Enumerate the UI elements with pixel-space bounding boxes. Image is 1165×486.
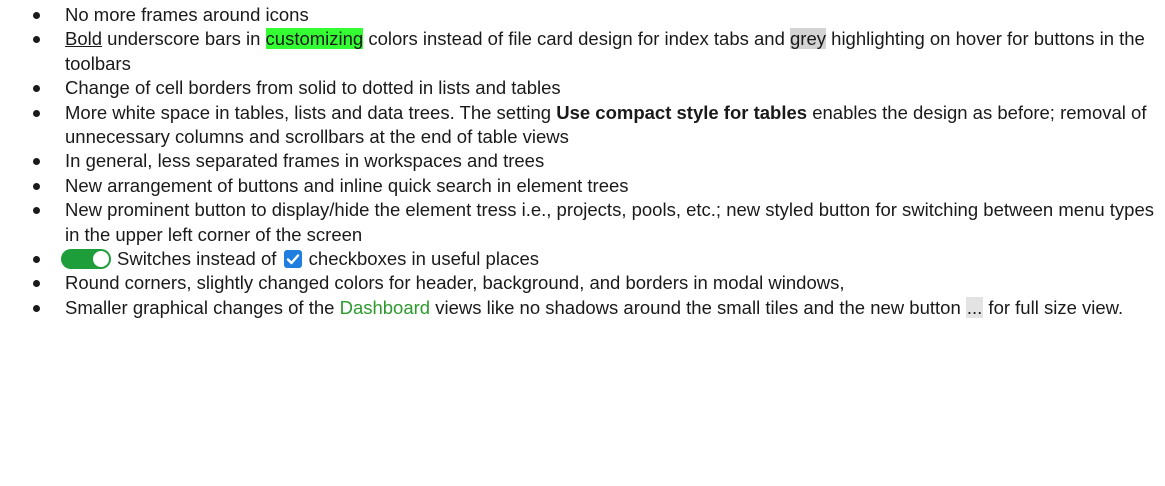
item-text: No more frames around icons [65,4,309,25]
item-text: checkboxes in useful places [303,248,540,270]
bullet-icon [33,12,40,19]
list-item: New prominent button to display/hide the… [0,198,1165,247]
bullet-icon [33,256,40,264]
list-item: Bold underscore bars in customizing colo… [0,27,1165,76]
item-text: views like no shadows around the small t… [430,296,966,318]
list-item: No more frames around icons [0,3,1165,27]
item-text: Switches instead of [117,248,282,270]
item-text: New prominent button to display/hide the… [65,199,1154,245]
setting-name: Use compact style for tables [556,101,808,123]
bullet-icon [33,85,40,93]
bullet-icon [33,158,40,166]
item-text: New arrangement of buttons and inline qu… [65,174,629,196]
list-item: New arrangement of buttons and inline qu… [0,174,1165,198]
list-item: Switches instead of checkboxes in useful… [0,247,1165,271]
list-item: More white space in tables, lists and da… [0,101,1165,150]
item-text: Change of cell borders from solid to dot… [65,77,561,99]
list-item: Change of cell borders from solid to dot… [0,76,1165,100]
item-text: More white space in tables, lists and da… [65,101,557,123]
bullet-icon [33,207,40,215]
checked-checkbox-icon [283,250,302,269]
item-text: In general, less separated frames in wor… [65,150,545,172]
dashboard-link[interactable]: Dashboard [340,297,431,318]
green-highlight: customizing [265,28,364,50]
item-text: underscore bars in [102,28,266,50]
bullet-icon [33,280,40,288]
bullet-icon [33,36,40,44]
grey-highlight: grey [790,28,827,50]
item-text: colors instead of file card design for i… [363,28,791,50]
list-item: Smaller graphical changes of the Dashboa… [0,296,1165,320]
item-text: for full size view. [983,296,1124,318]
release-notes-list: No more frames around icons Bold undersc… [0,0,1165,320]
full-size-view-button: ... [965,296,984,318]
bullet-icon [33,304,40,312]
bullet-icon [33,109,40,117]
list-item: In general, less separated frames in wor… [0,149,1165,173]
item-text: Round corners, slightly changed colors f… [65,272,845,294]
bullet-icon [33,182,40,190]
list-item: Round corners, slightly changed colors f… [0,271,1165,295]
toggle-switch-icon [61,249,111,270]
item-text: Smaller graphical changes of the [65,296,340,318]
underlined-bold-word: Bold [65,28,103,50]
